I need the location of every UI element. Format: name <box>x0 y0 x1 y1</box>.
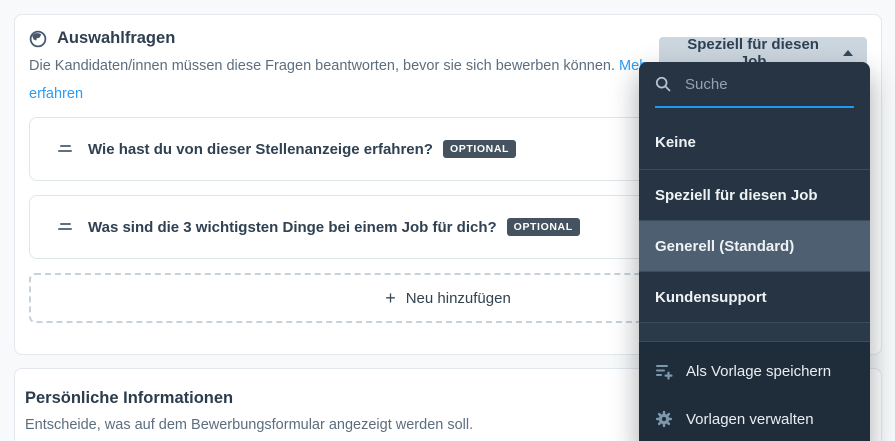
optional-badge: OPTIONAL <box>507 218 580 236</box>
globe-icon <box>29 30 47 48</box>
screen: Auswahlfragen Die Kandidaten/innen müsse… <box>0 0 895 441</box>
menu-option-speziell[interactable]: Speziell für diesen Job <box>639 170 870 220</box>
template-dropdown-menu: Keine Speziell für diesen Job Generell (… <box>639 62 870 441</box>
caret-up-icon <box>843 50 853 56</box>
drag-handle-icon[interactable] <box>58 223 74 231</box>
menu-option-generell[interactable]: Generell (Standard) <box>639 221 870 271</box>
manage-templates-action[interactable]: Vorlagen verwalten <box>639 395 870 441</box>
description-text: Die Kandidaten/innen müssen diese Fragen… <box>29 58 615 74</box>
search-icon <box>655 76 671 92</box>
menu-section-divider <box>639 322 870 342</box>
menu-actions: Als Vorlage speichern <box>639 342 870 441</box>
section-title: Auswahlfragen <box>57 29 175 48</box>
optional-badge: OPTIONAL <box>443 140 516 158</box>
search-input[interactable] <box>683 75 854 94</box>
gear-icon <box>655 410 673 428</box>
manage-templates-label: Vorlagen verwalten <box>686 411 814 428</box>
save-as-template-action[interactable]: Als Vorlage speichern <box>639 347 870 395</box>
section-description: Die Kandidaten/innen müssen diese Fragen… <box>29 52 659 108</box>
question-text: Wie hast du von dieser Stellenanzeige er… <box>88 141 433 158</box>
menu-search-row <box>639 62 870 108</box>
menu-option-keine[interactable]: Keine <box>639 116 870 169</box>
menu-option-kundensupport[interactable]: Kundensupport <box>639 272 870 322</box>
save-template-icon <box>655 362 673 380</box>
plus-icon: + <box>385 289 396 307</box>
save-as-template-label: Als Vorlage speichern <box>686 363 831 380</box>
question-text: Was sind die 3 wichtigsten Dinge bei ein… <box>88 219 497 236</box>
drag-handle-icon[interactable] <box>58 145 74 153</box>
add-question-label: Neu hinzufügen <box>406 290 511 307</box>
